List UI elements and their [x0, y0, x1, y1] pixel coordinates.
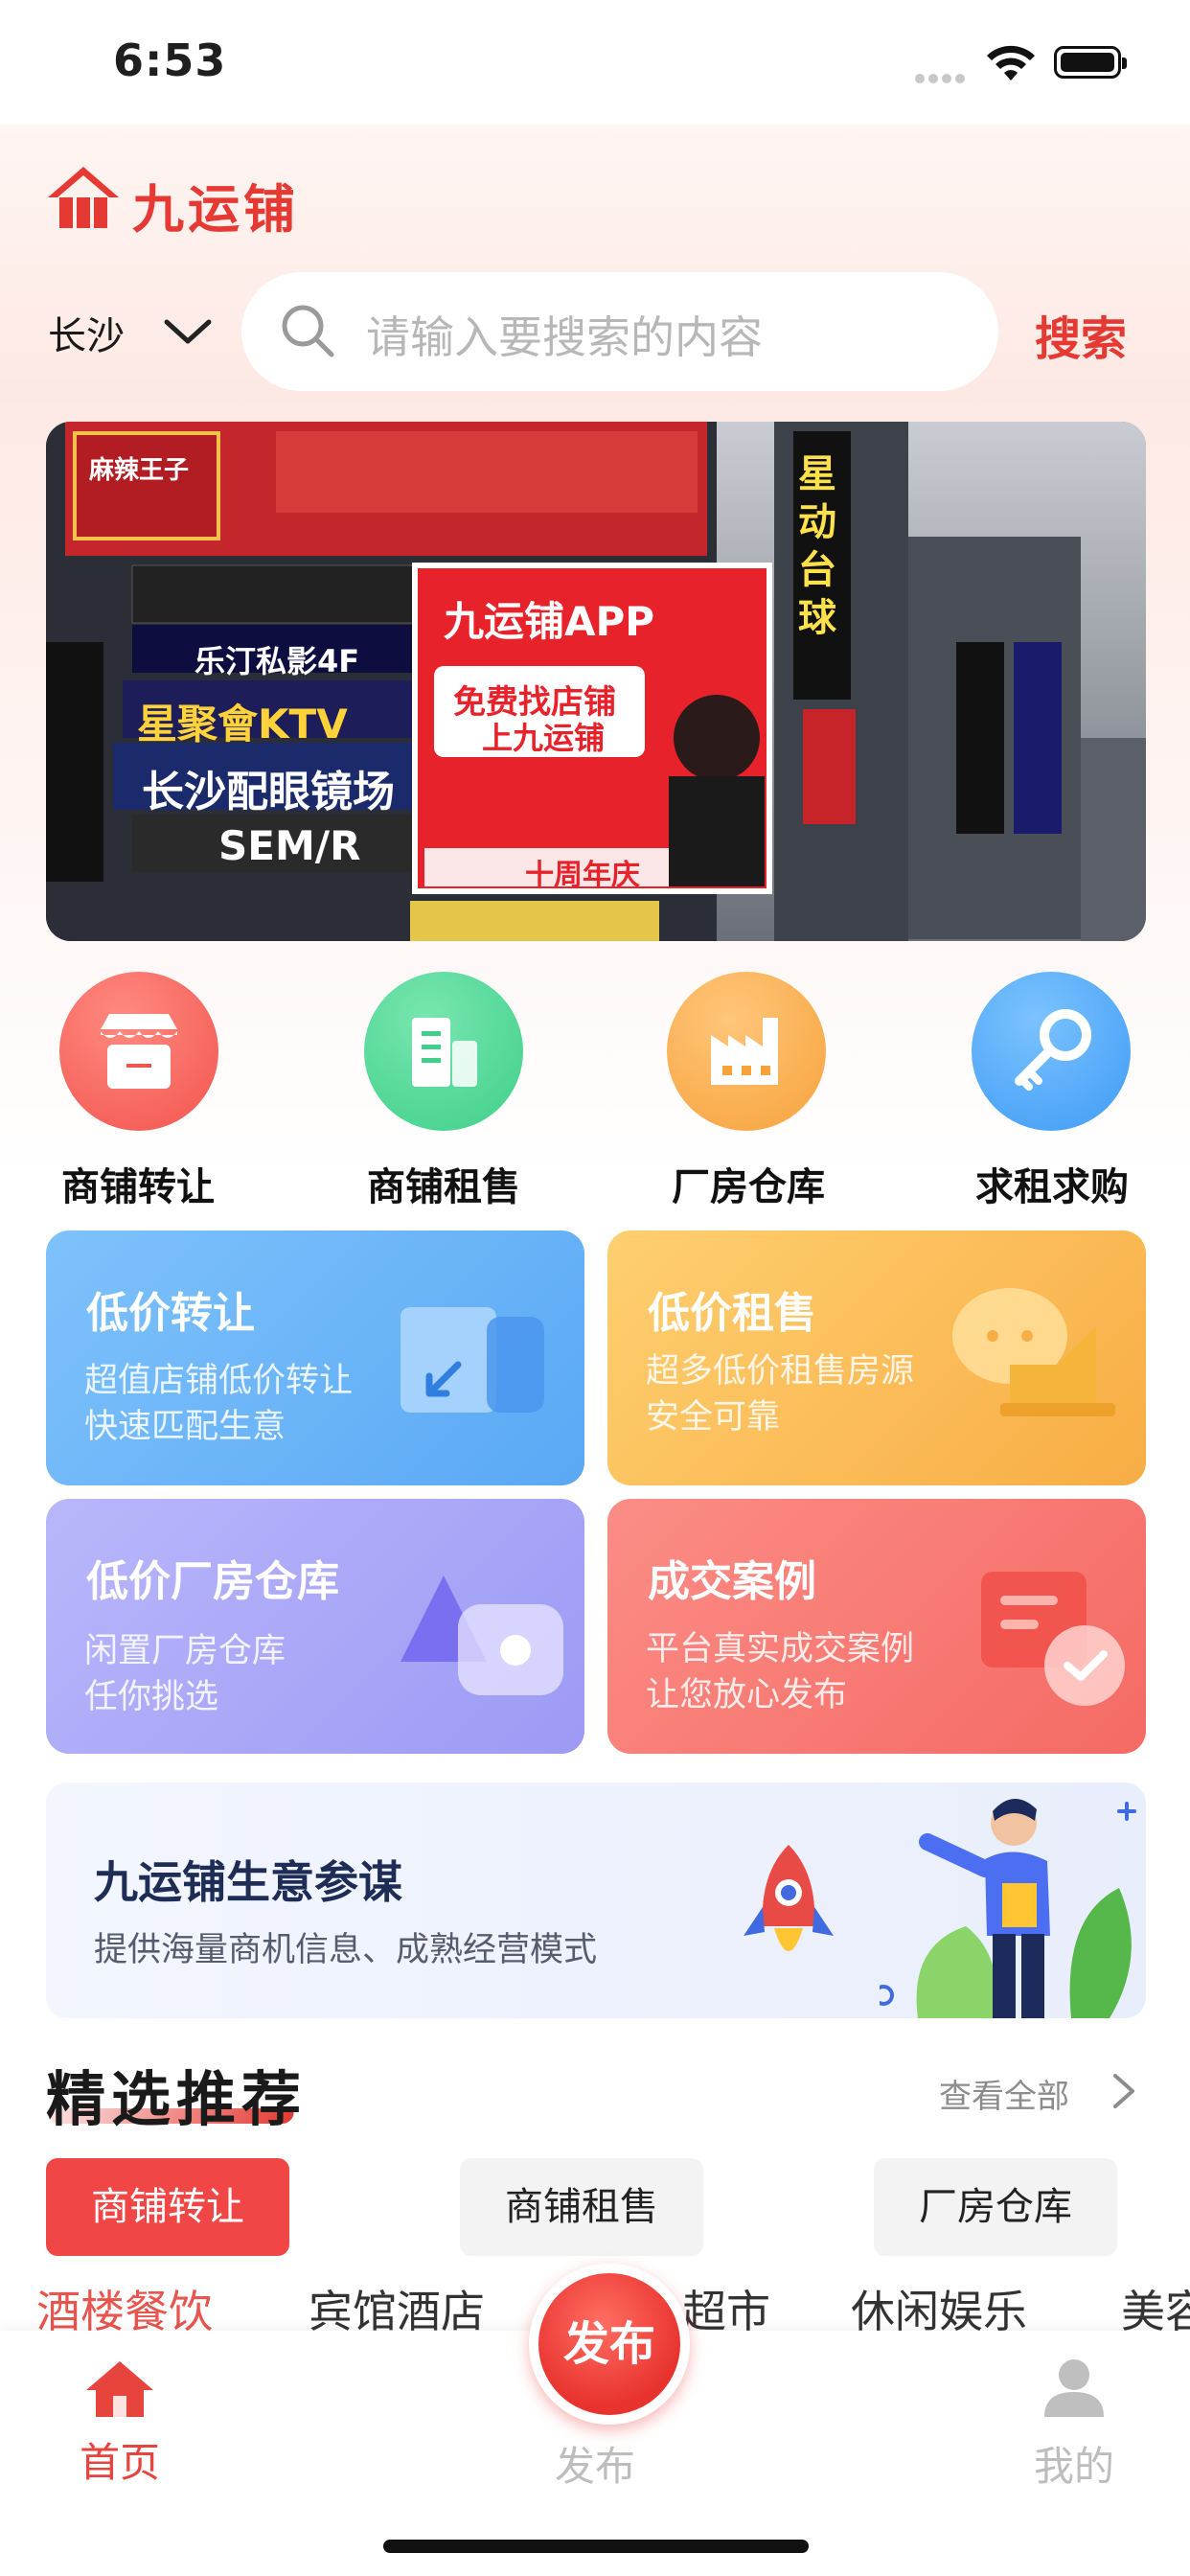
filter-pill-factory[interactable]: 厂房仓库	[874, 2158, 1117, 2256]
card-title: 低价转让	[86, 1289, 255, 1338]
section-title: 精选推荐	[46, 2064, 308, 2134]
shop-icon	[101, 1014, 177, 1089]
home-icon[interactable]	[84, 2358, 155, 2421]
wifi-icon	[987, 45, 1035, 80]
search-placeholder: 请输入要搜索的内容	[366, 311, 763, 363]
card-subtitle: 闲置厂房仓库	[84, 1632, 286, 1670]
category-label[interactable]: 商铺租售	[329, 1156, 559, 1211]
advisor-person-icon	[880, 1798, 1136, 2018]
rocket-icon	[744, 1845, 834, 1951]
category-label[interactable]: 求租求购	[937, 1156, 1167, 1211]
banner-sign: 星动台球	[798, 452, 836, 640]
battery-icon	[1054, 46, 1127, 79]
card-low-price-factory[interactable]: 低价厂房仓库 闲置厂房仓库 任你挑选	[46, 1499, 584, 1754]
promo-banner[interactable]: 九运铺APP 免费找店铺 上九运铺 十周年庆 麻辣王子 乐汀私影4F 星聚會KT…	[46, 422, 1146, 941]
chevron-right-icon[interactable]	[1110, 2070, 1138, 2112]
category-shop-rent[interactable]	[364, 972, 523, 1131]
card-deal-cases[interactable]: 成交案例 平台真实成交案例 让您放心发布	[607, 1499, 1146, 1754]
category-label[interactable]: 商铺转让	[23, 1156, 253, 1211]
toggle-illustration-icon	[400, 1576, 563, 1695]
building-icon	[412, 1018, 477, 1087]
filter-pill-shop-rent[interactable]: 商铺租售	[460, 2158, 703, 2256]
business-advisor-banner[interactable]: 九运铺生意参谋 提供海量商机信息、成熟经营模式	[46, 1782, 1146, 2018]
card-subtitle: 平台真实成交案例	[646, 1630, 915, 1668]
card-subtitle: 超多低价租售房源	[646, 1352, 915, 1391]
card-subtitle: 让您放心发布	[646, 1676, 848, 1714]
category-shop-transfer[interactable]	[59, 972, 218, 1131]
category-factory[interactable]	[667, 972, 826, 1131]
card-subtitle: 快速匹配生意	[84, 1408, 286, 1446]
logo-icon	[48, 167, 119, 228]
banner-sign: 长沙配眼镜场	[142, 768, 395, 816]
status-time: 6:53	[113, 34, 227, 86]
search-icon	[282, 305, 334, 357]
card-subtitle: 超值店铺低价转让	[84, 1362, 354, 1400]
banner-sign: 麻辣王子	[89, 456, 190, 485]
publish-button[interactable]: 发布	[529, 2264, 690, 2425]
filter-pill-shop-transfer[interactable]: 商铺转让	[46, 2158, 289, 2256]
view-all-link[interactable]: 查看全部	[939, 2070, 1069, 2117]
card-low-price-transfer[interactable]: 低价转让 超值店铺低价转让 快速匹配生意	[46, 1230, 584, 1485]
transfer-illustration-icon	[400, 1307, 544, 1413]
card-subtitle: 安全可靠	[646, 1398, 781, 1437]
brand-name: 九运铺	[132, 179, 299, 240]
city-selector[interactable]: 长沙	[48, 305, 125, 360]
category-seek-rent[interactable]	[972, 972, 1131, 1131]
tab-home-label[interactable]: 首页	[34, 2430, 206, 2489]
chat-illustration-icon	[952, 1288, 1115, 1416]
card-low-price-rent[interactable]: 低价租售 超多低价租售房源 安全可靠	[607, 1230, 1146, 1485]
advisor-title: 九运铺生意参谋	[94, 1856, 402, 1908]
document-check-icon	[981, 1572, 1125, 1706]
key-icon	[1015, 1009, 1091, 1091]
banner-sign: SEM/R	[218, 822, 361, 869]
card-subtitle: 任你挑选	[84, 1678, 219, 1716]
banner-sign: 乐汀私影4F	[195, 643, 360, 679]
banner-billboard-brand: 九运铺APP	[444, 598, 655, 645]
search-button[interactable]: 搜索	[1035, 301, 1127, 368]
home-indicator	[383, 2540, 809, 2553]
banner-sign: 星聚會KTV	[137, 701, 348, 748]
tab-publish-label[interactable]: 发布	[509, 2434, 681, 2493]
card-title: 成交案例	[648, 1557, 816, 1606]
chevron-down-icon[interactable]	[161, 312, 215, 351]
banner-footer: 十周年庆	[525, 859, 640, 892]
advisor-subtitle: 提供海量商机信息、成熟经营模式	[94, 1931, 598, 1969]
cellular-signal-icon	[915, 69, 971, 83]
card-title: 低价厂房仓库	[86, 1557, 339, 1606]
tab-mine-label[interactable]: 我的	[988, 2434, 1160, 2493]
factory-icon	[711, 1018, 778, 1085]
category-label[interactable]: 厂房仓库	[633, 1156, 863, 1211]
card-title: 低价租售	[648, 1289, 816, 1338]
user-profile-icon[interactable]	[1039, 2356, 1110, 2419]
banner-headline-2: 上九运铺	[482, 720, 606, 756]
